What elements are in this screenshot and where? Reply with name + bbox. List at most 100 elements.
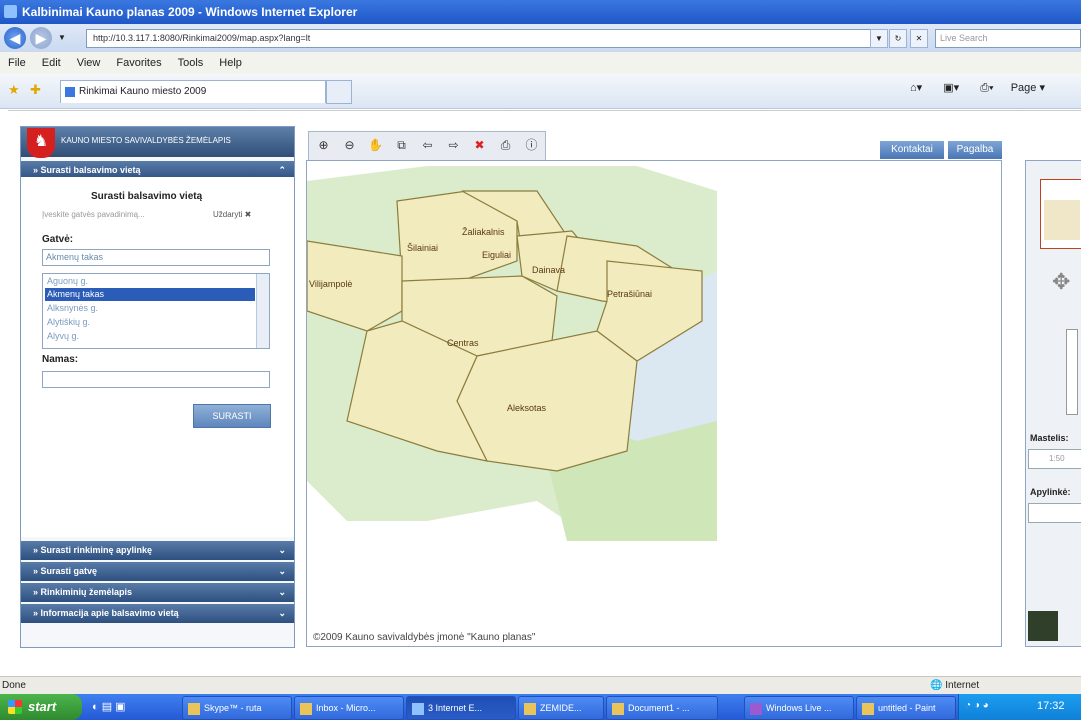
district-label: Dainava [532, 265, 565, 275]
pan-control-icon[interactable]: ✥ [1052, 269, 1081, 309]
add-favorite-icon[interactable]: ✚ [30, 82, 44, 97]
zone-indicator: 🌐 Internet [930, 680, 980, 691]
map-toolbar: ⊕ ⊖ ✋ ⧉ ⇦ ⇨ ✖ ⎙ ⓘ [308, 131, 546, 161]
listbox-scrollbar[interactable] [256, 274, 269, 348]
tab-title: Rinkimai Kauno miesto 2009 [79, 86, 207, 97]
feeds-icon[interactable]: ▣▾ [943, 82, 959, 94]
map-view[interactable]: Šilainiai Žaliakalnis Vilijampolė Dainav… [306, 160, 1002, 647]
overview-map[interactable] [1040, 179, 1081, 249]
clear-icon[interactable]: ✖ [471, 137, 488, 154]
section-info-header[interactable]: » Informacija apie balsavimo vietą ⌄ [21, 604, 294, 623]
address-input[interactable]: http://10.3.117.1:8080/Rinkimai2009/map.… [86, 29, 874, 48]
district-label: Šilainiai [407, 243, 438, 253]
city-map: Šilainiai Žaliakalnis Vilijampolė Dainav… [307, 166, 717, 541]
print-map-icon[interactable]: ⎙ [497, 137, 514, 154]
page-icon [65, 87, 75, 97]
section-map-header[interactable]: » Rinkiminių žemėlapis ⌄ [21, 583, 294, 602]
zoom-out-icon[interactable]: ⊖ [341, 137, 358, 154]
stop-icon[interactable]: ✕ [910, 29, 928, 48]
district-label: Žaliakalnis [462, 227, 505, 237]
form-hint: Įveskite gatvės pavadinimą... [42, 210, 145, 219]
previous-view-icon[interactable]: ⇦ [419, 137, 436, 154]
section-district-header[interactable]: » Surasti rinkiminę apylinkę ⌄ [21, 541, 294, 560]
windows-logo-icon [8, 700, 22, 714]
status-text: Done [2, 680, 26, 691]
favorites-star-icon[interactable]: ★ [8, 82, 22, 97]
find-place-form: Surasti balsavimo vietą Įveskite gatvės … [21, 177, 294, 537]
tray-icons[interactable]: ◔ ◑ ◕ [965, 700, 989, 711]
partner-logo [1028, 611, 1058, 641]
scale-label: Mastelis: [1030, 433, 1069, 443]
street-listbox[interactable]: Aguonų g. Akmenų takas Alksnynės g. Alyt… [42, 273, 270, 349]
tab-current[interactable]: Rinkimai Kauno miesto 2009 [60, 80, 326, 103]
search-input[interactable]: Live Search [935, 29, 1081, 48]
street-option[interactable]: Alytiškių g. [45, 316, 255, 329]
menu-help[interactable]: Help [211, 52, 250, 69]
taskbar-item-active[interactable]: 3 Internet E... [406, 696, 516, 720]
menu-edit[interactable]: Edit [34, 52, 69, 69]
form-title: Surasti balsavimo vietą [91, 191, 203, 202]
page-menu[interactable]: Page ▾ [1011, 82, 1045, 94]
district-label: Petrašiūnai [607, 289, 652, 299]
next-view-icon[interactable]: ⇨ [445, 137, 462, 154]
refresh-icon[interactable]: ↻ [889, 29, 907, 48]
district-label: Centras [447, 338, 479, 348]
taskbar-item[interactable]: Document1 - ... [606, 696, 718, 720]
address-toolbar: ◀ ▶ ▼ http://10.3.117.1:8080/Rinkimai200… [0, 24, 1081, 52]
window-title-bar: Kalbinimai Kauno planas 2009 - Windows I… [0, 0, 1081, 24]
zoom-slider[interactable] [1066, 329, 1078, 415]
pan-hand-icon[interactable]: ✋ [367, 137, 384, 154]
home-icon[interactable]: ⌂▾ [910, 82, 922, 94]
taskbar-item[interactable]: Windows Live ... [744, 696, 854, 720]
ie-icon [4, 5, 17, 18]
section-street-header[interactable]: » Surasti gatvę ⌄ [21, 562, 294, 581]
window-title: Kalbinimai Kauno planas 2009 - Windows I… [22, 5, 358, 19]
menu-view[interactable]: View [69, 52, 109, 69]
logo-text: KAUNO MIESTO SAVIVALDYBĖS ŽEMĖLAPIS [61, 136, 231, 145]
district-label: Vilijampolė [309, 279, 352, 289]
menu-tools[interactable]: Tools [170, 52, 212, 69]
taskbar-item[interactable]: Inbox - Micro... [294, 696, 404, 720]
street-input[interactable]: Akmenų takas [42, 249, 270, 266]
find-button[interactable]: SURASTI [193, 404, 271, 428]
scale-input[interactable]: 1:50 [1028, 449, 1081, 469]
help-button[interactable]: Pagalba [948, 141, 1002, 159]
system-tray: ◔ ◑ ◕ 17:32 [958, 694, 1081, 720]
zoom-extent-icon[interactable]: ⧉ [393, 137, 410, 154]
address-dropdown-icon[interactable]: ▼ [870, 29, 888, 48]
command-bar: ⌂▾ ▣▾ ⎙▾ Page ▾ [910, 81, 1045, 95]
new-tab-button[interactable] [326, 80, 352, 104]
menu-favorites[interactable]: Favorites [108, 52, 169, 69]
start-button[interactable]: start [0, 694, 82, 720]
taskbar-item[interactable]: ZEMIDE... [518, 696, 604, 720]
back-button[interactable]: ◀ [4, 27, 26, 49]
district-label-right: Apylinkė: [1030, 487, 1071, 497]
menu-file[interactable]: File [0, 52, 34, 69]
street-option[interactable]: Aguonų g. [45, 275, 255, 288]
menu-bar: File Edit View Favorites Tools Help [0, 52, 1081, 75]
taskbar-item[interactable]: Skype™ - ruta [182, 696, 292, 720]
info-icon[interactable]: ⓘ [523, 137, 540, 154]
history-dropdown-icon[interactable]: ▼ [58, 33, 66, 42]
street-option[interactable]: Alksnynės g. [45, 302, 255, 315]
street-option-selected[interactable]: Akmenų takas [45, 288, 255, 301]
taskbar: start ◐ ▤ ▣ Skype™ - ruta Inbox - Micro.… [0, 694, 1081, 720]
street-label: Gatvė: [42, 234, 74, 245]
right-panel: ✥ Mastelis: 1:50 Apylinkė: [1025, 160, 1081, 647]
house-input[interactable] [42, 371, 270, 388]
taskbar-item[interactable]: untitled - Paint [856, 696, 956, 720]
district-label: Eiguliai [482, 250, 511, 260]
quick-launch[interactable]: ◐ ▤ ▣ [92, 700, 126, 713]
forward-button[interactable]: ▶ [30, 27, 52, 49]
district-select[interactable] [1028, 503, 1081, 523]
street-option[interactable]: Alyvų g. [45, 330, 255, 343]
close-link[interactable]: Uždaryti ✖ [213, 210, 251, 219]
clock: 17:32 [1037, 700, 1065, 712]
district-label: Aleksotas [507, 403, 547, 413]
zoom-in-icon[interactable]: ⊕ [315, 137, 332, 154]
print-icon[interactable]: ⎙▾ [980, 82, 993, 94]
left-panel: ♞ KAUNO MIESTO SAVIVALDYBĖS ŽEMĖLAPIS » … [20, 126, 295, 648]
contacts-button[interactable]: Kontaktai [880, 141, 944, 159]
tab-bar: ★ ✚ Rinkimai Kauno miesto 2009 ⌂▾ ▣▾ ⎙▾ … [0, 74, 1081, 109]
status-bar: Done 🌐 Internet [0, 676, 1081, 695]
